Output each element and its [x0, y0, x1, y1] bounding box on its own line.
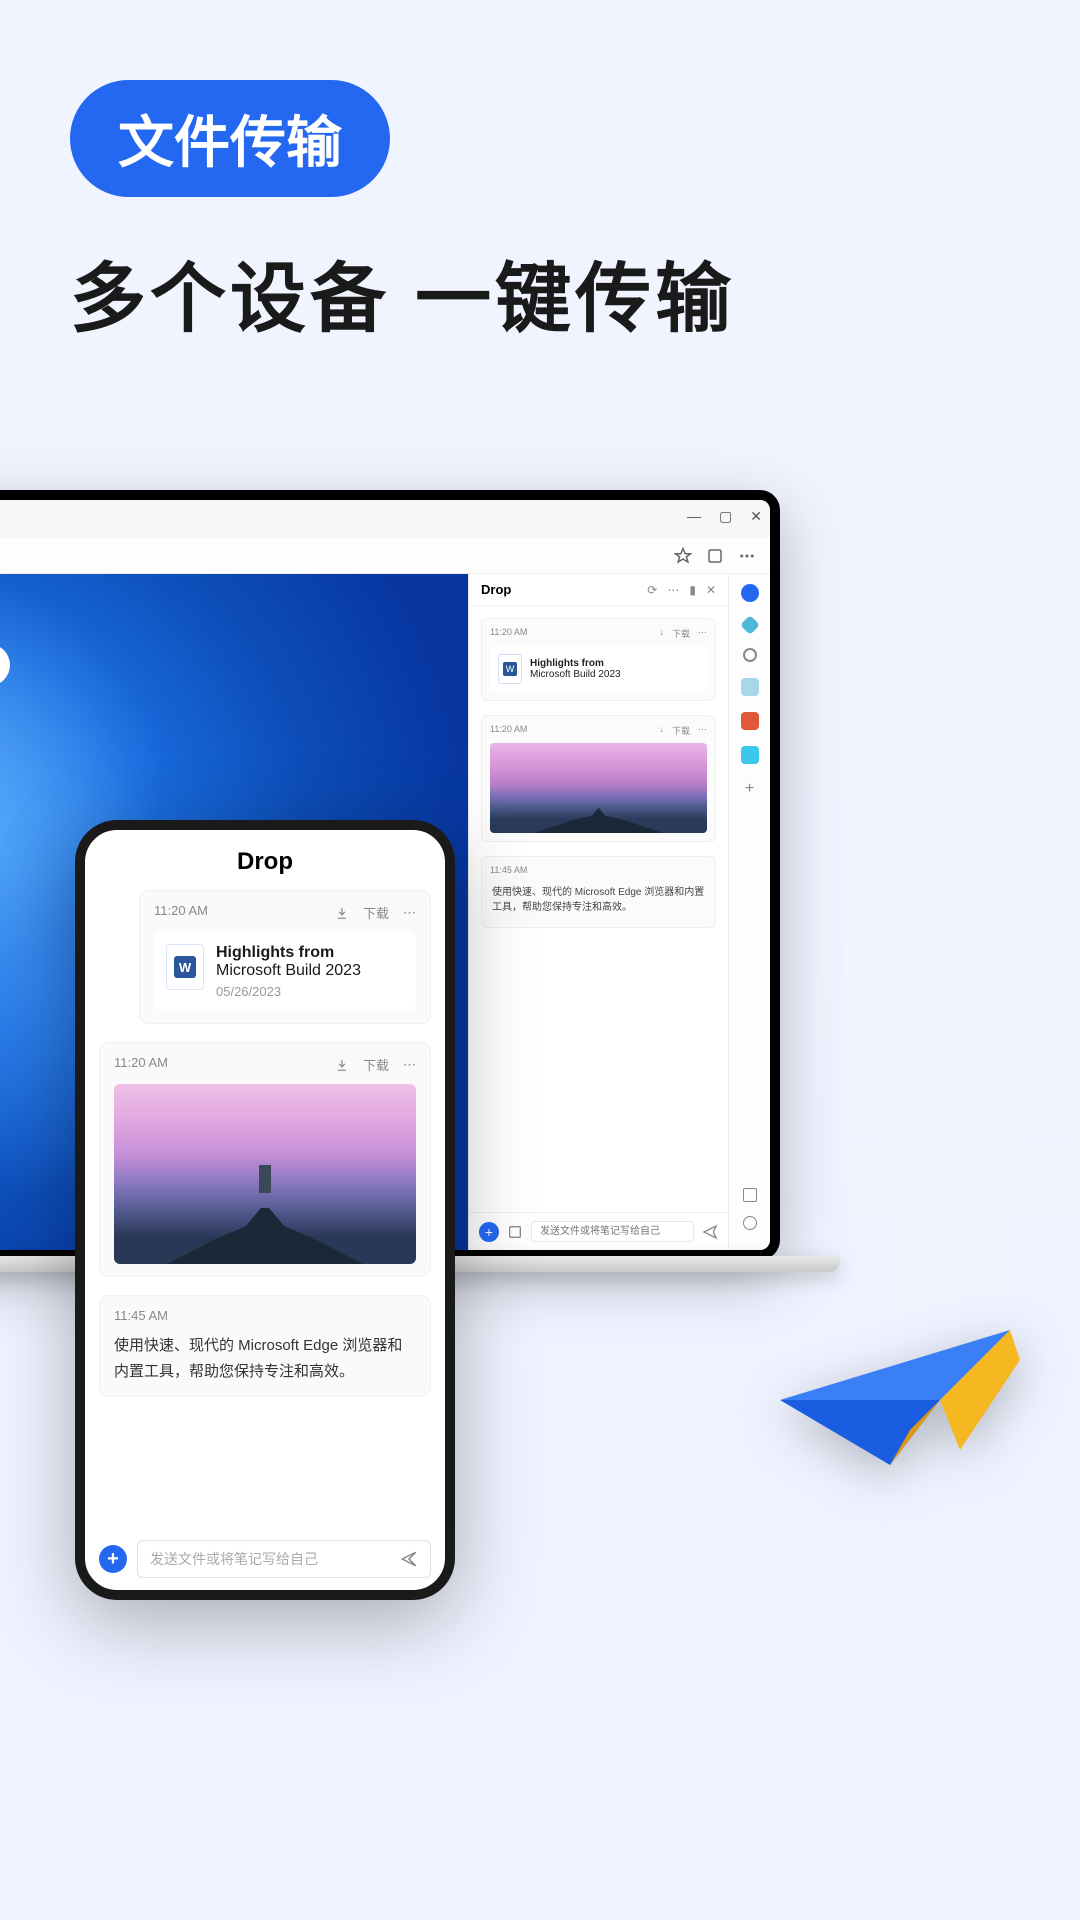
drop-card-note[interactable]: 11:45 AM 使用快速、现代的 Microsoft Edge 浏览器和内置工…: [481, 856, 716, 928]
pin-icon[interactable]: ▮: [689, 583, 696, 597]
note-text: 使用快速、现代的 Microsoft Edge 浏览器和内置工具，帮助您保持专注…: [490, 881, 707, 919]
device-switch-button[interactable]: [75, 1060, 79, 1088]
paper-plane-icon: [760, 1300, 1040, 1500]
phone-frame: Drop 11:20 AM 下载 ⋯ W Highlights from Mic…: [75, 820, 455, 1600]
send-icon[interactable]: [400, 1550, 418, 1568]
message-input[interactable]: [531, 1221, 694, 1242]
drop-card-file[interactable]: 11:20 AM ↓下载⋯ W Highlights from Microsof…: [481, 618, 716, 701]
sidebar-office-icon[interactable]: [741, 712, 759, 730]
download-icon[interactable]: ↓: [659, 724, 664, 737]
feature-badge: 文件传输: [70, 80, 390, 197]
word-file-icon: W: [498, 654, 522, 684]
sidebar-settings-icon[interactable]: [743, 1216, 757, 1230]
card-more-icon[interactable]: ⋯: [403, 905, 416, 921]
star-icon[interactable]: [674, 547, 692, 565]
download-icon[interactable]: [335, 906, 349, 920]
search-bar[interactable]: [0, 644, 10, 686]
browser-tab-bar: + — ▢ ✕: [0, 500, 770, 538]
card-more-icon[interactable]: ⋯: [403, 1057, 416, 1073]
refresh-icon[interactable]: ⟳: [647, 583, 657, 597]
attach-icon[interactable]: [507, 1224, 523, 1240]
sidebar-bing-icon[interactable]: [741, 584, 759, 602]
add-button[interactable]: +: [479, 1222, 499, 1242]
card-time: 11:20 AM: [490, 627, 527, 640]
download-icon[interactable]: [335, 1058, 349, 1072]
window-min-icon[interactable]: —: [687, 508, 701, 525]
drop-panel-title: Drop: [481, 582, 511, 597]
message-input[interactable]: 发送文件或将笔记写给自己: [137, 1540, 431, 1578]
window-max-icon[interactable]: ▢: [719, 508, 732, 525]
card-time: 11:45 AM: [114, 1308, 168, 1323]
image-thumbnail: [490, 743, 707, 833]
sidebar-shopping-icon[interactable]: [741, 678, 759, 696]
phone-drop-title: Drop: [85, 830, 445, 890]
phone-card-image[interactable]: 11:20 AM 下载 ⋯: [99, 1042, 431, 1277]
note-text: 使用快速、现代的 Microsoft Edge 浏览器和内置工具，帮助您保持专注…: [114, 1333, 416, 1384]
card-more-icon[interactable]: ⋯: [698, 627, 707, 640]
card-time: 11:20 AM: [490, 724, 527, 737]
extensions-icon[interactable]: [706, 547, 724, 565]
add-button[interactable]: +: [99, 1545, 127, 1573]
browser-toolbar: [0, 538, 770, 574]
image-thumbnail: [114, 1084, 416, 1264]
drop-panel: Drop ⟳ ⋯ ▮ ✕ 11:20 AM ↓下载⋯: [468, 574, 728, 1250]
window-close-icon[interactable]: ✕: [750, 508, 762, 525]
menu-icon[interactable]: [738, 547, 756, 565]
sidebar-collapse-icon[interactable]: [743, 1188, 757, 1202]
word-file-icon: W: [166, 944, 204, 990]
card-time: 11:45 AM: [490, 865, 527, 875]
card-time: 11:20 AM: [114, 1055, 168, 1074]
panel-more-icon[interactable]: ⋯: [667, 583, 679, 597]
phone-card-file[interactable]: 11:20 AM 下载 ⋯ W Highlights from Microsof…: [139, 890, 431, 1024]
panel-close-icon[interactable]: ✕: [706, 583, 716, 597]
download-icon[interactable]: ↓: [659, 627, 664, 640]
card-time: 11:20 AM: [154, 903, 208, 922]
drop-card-image[interactable]: 11:20 AM ↓下载⋯: [481, 715, 716, 842]
edge-sidebar: +: [728, 574, 770, 1250]
sidebar-drop-icon[interactable]: [740, 615, 760, 635]
card-more-icon[interactable]: ⋯: [698, 724, 707, 737]
sidebar-search-icon[interactable]: [743, 648, 757, 662]
headline: 多个设备 一键传输: [70, 237, 1010, 347]
phone-card-note[interactable]: 11:45 AM 使用快速、现代的 Microsoft Edge 浏览器和内置工…: [99, 1295, 431, 1397]
send-icon[interactable]: [702, 1224, 718, 1240]
sidebar-add-icon[interactable]: +: [745, 780, 754, 798]
sidebar-outlook-icon[interactable]: [741, 746, 759, 764]
